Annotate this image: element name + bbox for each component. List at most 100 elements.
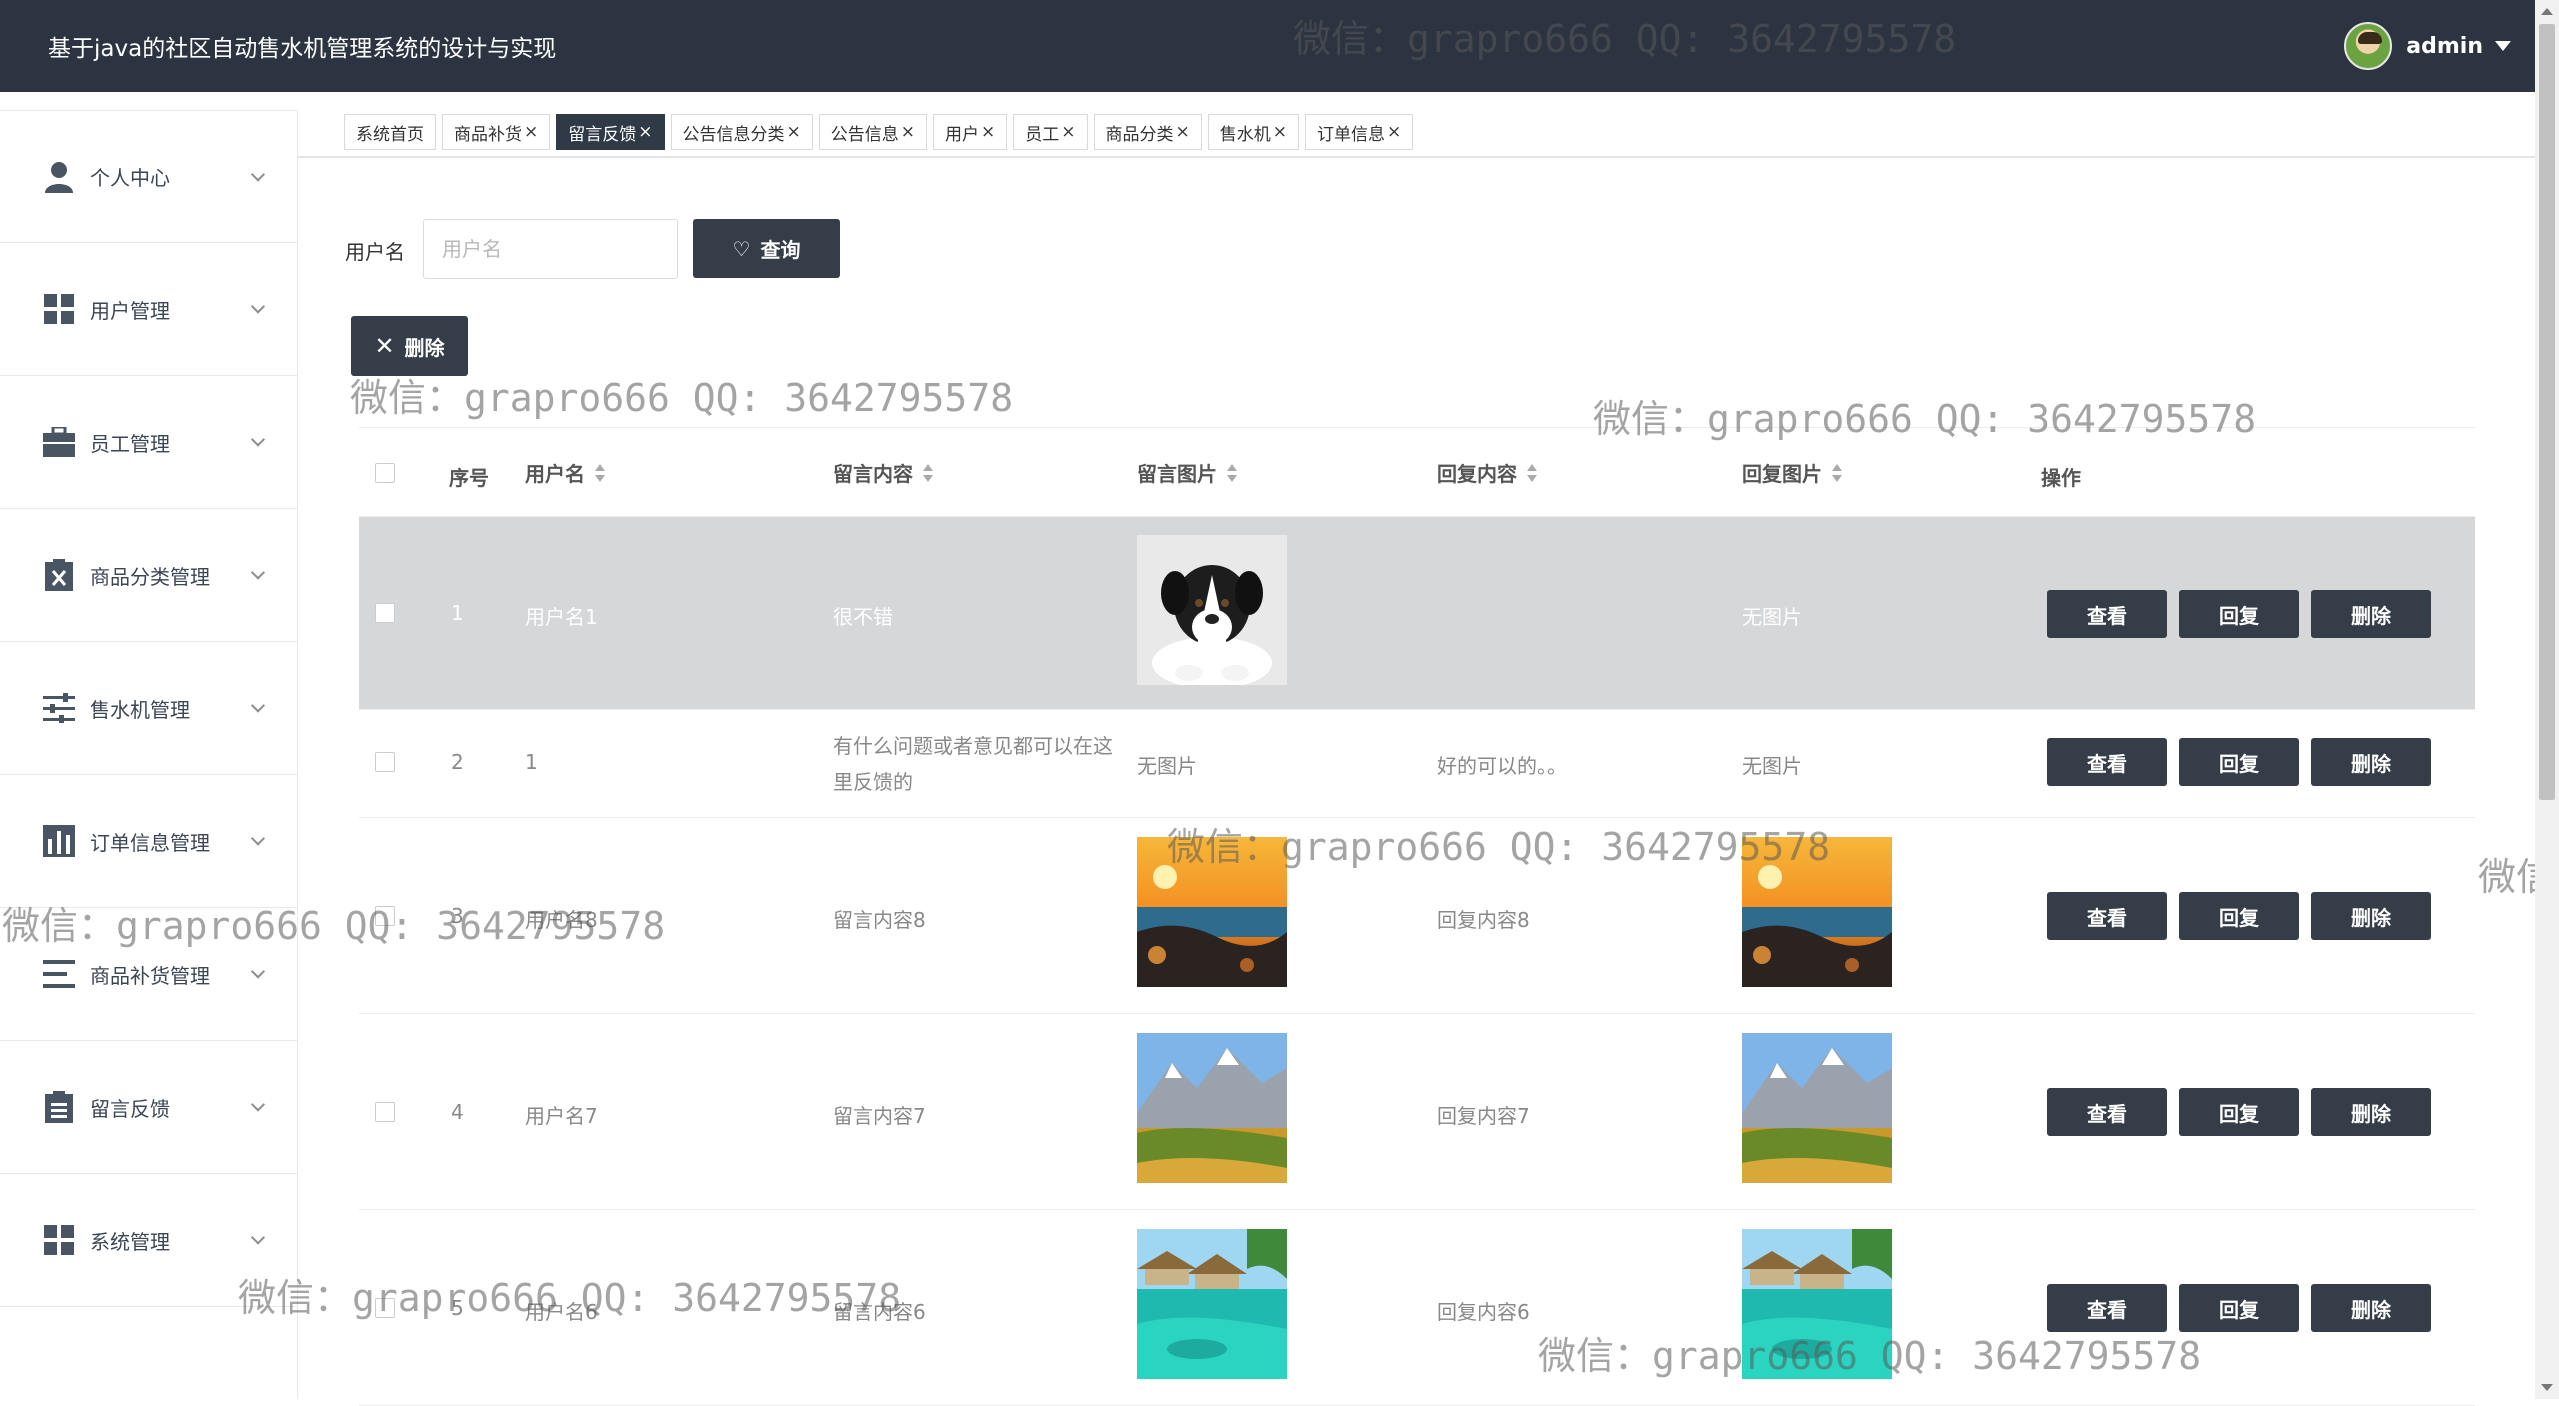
row-checkbox[interactable] <box>375 603 395 623</box>
sidebar-item-label: 商品补货管理 <box>90 963 210 988</box>
view-button[interactable]: 查看 <box>2047 590 2167 638</box>
scroll-up-arrow-icon[interactable] <box>2541 8 2553 15</box>
row-actions: 查看 回复 删除 <box>2047 1284 2431 1332</box>
sidebar-item-machine-management[interactable]: 售水机管理 <box>0 642 297 775</box>
tab-notice[interactable]: 公告信息 × <box>818 114 927 150</box>
tab-label: 留言反馈 <box>568 124 637 145</box>
close-icon[interactable]: × <box>524 122 538 142</box>
delete-button-label: 删除 <box>404 335 445 360</box>
close-icon[interactable]: × <box>901 122 915 142</box>
reply-button[interactable]: 回复 <box>2179 738 2299 786</box>
tab-notice-category[interactable]: 公告信息分类 × <box>670 114 813 150</box>
delete-button[interactable]: 删除 <box>2311 1284 2431 1332</box>
table-row[interactable]: 3 用户名8 留言内容8 回复内容8 查看 回复 删除 <box>359 818 2475 1014</box>
delete-button[interactable]: 删除 <box>2311 892 2431 940</box>
close-icon[interactable]: × <box>1273 122 1287 142</box>
scroll-down-arrow-icon[interactable] <box>2541 1384 2553 1391</box>
chart-icon <box>42 824 76 858</box>
view-button[interactable]: 查看 <box>2047 1088 2167 1136</box>
close-icon[interactable]: × <box>787 122 801 142</box>
cell-username: 用户名6 <box>525 1300 598 1324</box>
close-icon[interactable]: × <box>1176 122 1190 142</box>
row-checkbox[interactable] <box>375 906 395 926</box>
user-name: admin <box>2406 33 2483 59</box>
feedback-image-mountain[interactable] <box>1137 1033 1287 1183</box>
view-button[interactable]: 查看 <box>2047 738 2167 786</box>
table-row[interactable]: 2 1 有什么问题或者意见都可以在这里反馈的 无图片 好的可以的。。 无图片 查… <box>359 710 2475 818</box>
sort-icon <box>595 463 605 482</box>
tab-feedback[interactable]: 留言反馈 × <box>556 114 665 150</box>
table-row[interactable]: 4 用户名7 留言内容7 回复内容7 查看 回复 删除 <box>359 1014 2475 1210</box>
username-search-input[interactable] <box>423 219 678 279</box>
sidebar-item-feedback[interactable]: 留言反馈 <box>0 1041 297 1174</box>
column-reply-image[interactable]: 回复图片 <box>1742 458 1842 487</box>
scroll-thumb[interactable] <box>2539 24 2555 800</box>
reply-button[interactable]: 回复 <box>2179 892 2299 940</box>
reply-image-mountain[interactable] <box>1742 1033 1892 1183</box>
sidebar-item-staff-management[interactable]: 员工管理 <box>0 376 297 509</box>
tab-home[interactable]: 系统首页 <box>344 114 436 150</box>
close-icon[interactable]: × <box>1061 122 1075 142</box>
column-label: 留言内容 <box>833 462 913 486</box>
cell-reply: 回复内容7 <box>1437 1104 1530 1128</box>
sidebar-item-personal-center[interactable]: 个人中心 <box>0 110 297 243</box>
sidebar-item-order-management[interactable]: 订单信息管理 <box>0 775 297 908</box>
search-label: 用户名 <box>345 240 405 264</box>
reply-image-sunset[interactable] <box>1742 837 1892 987</box>
delete-button[interactable]: 删除 <box>2311 590 2431 638</box>
chevron-down-icon <box>250 1230 266 1245</box>
tab-restock[interactable]: 商品补货 × <box>442 114 551 150</box>
column-image[interactable]: 留言图片 <box>1137 458 1237 487</box>
delete-button[interactable]: 删除 <box>2311 1088 2431 1136</box>
column-ops: 操作 <box>2041 466 2081 490</box>
app-title: 基于java的社区自动售水机管理系统的设计与实现 <box>48 36 557 62</box>
sidebar-item-category-management[interactable]: 商品分类管理 <box>0 509 297 642</box>
tab-product-category[interactable]: 商品分类 × <box>1093 114 1202 150</box>
column-username[interactable]: 用户名 <box>525 458 605 487</box>
table-row[interactable]: 5 用户名6 留言内容6 回复内容6 查看 回复 删除 <box>359 1210 2475 1406</box>
close-icon[interactable]: × <box>981 122 995 142</box>
user-menu[interactable]: admin <box>2344 20 2511 72</box>
tab-label: 用户 <box>945 124 979 145</box>
cell-content: 留言内容8 <box>833 908 926 932</box>
batch-delete-button[interactable]: ✕ 删除 <box>351 316 468 376</box>
reply-button[interactable]: 回复 <box>2179 590 2299 638</box>
cell-content: 很不错 <box>833 605 893 629</box>
chevron-down-icon <box>250 831 266 846</box>
tab-water-machine[interactable]: 售水机 × <box>1207 114 1299 150</box>
sidebar-item-user-management[interactable]: 用户管理 <box>0 243 297 376</box>
cell-content: 留言内容7 <box>833 1104 926 1128</box>
row-checkbox[interactable] <box>375 1102 395 1122</box>
query-button[interactable]: ♡ 查询 <box>693 219 840 278</box>
avatar <box>2344 22 2393 70</box>
delete-button[interactable]: 删除 <box>2311 738 2431 786</box>
sidebar-item-label: 留言反馈 <box>90 1096 170 1121</box>
column-reply[interactable]: 回复内容 <box>1437 458 1537 487</box>
row-checkbox[interactable] <box>375 1298 395 1318</box>
feedback-image-sunset[interactable] <box>1137 837 1287 987</box>
feedback-image-lagoon[interactable] <box>1137 1229 1287 1379</box>
vertical-scrollbar[interactable] <box>2535 0 2559 1399</box>
cell-username: 1 <box>525 750 538 774</box>
sidebar-item-restock-management[interactable]: 商品补货管理 <box>0 908 297 1041</box>
tab-staff[interactable]: 员工 × <box>1013 114 1088 150</box>
table-row[interactable]: 1 用户名1 很不错 无图片 查看 回复 删除 <box>359 517 2475 710</box>
sidebar-item-system-management[interactable]: 系统管理 <box>0 1174 297 1307</box>
reply-button[interactable]: 回复 <box>2179 1088 2299 1136</box>
row-checkbox[interactable] <box>375 752 395 772</box>
select-all-checkbox[interactable] <box>375 463 395 483</box>
view-button[interactable]: 查看 <box>2047 1284 2167 1332</box>
cell-username: 用户名7 <box>525 1104 598 1128</box>
sliders-icon <box>42 691 76 725</box>
chevron-down-icon <box>250 166 266 182</box>
tab-user[interactable]: 用户 × <box>933 114 1008 150</box>
tab-label: 商品补货 <box>454 124 522 145</box>
reply-image-lagoon[interactable] <box>1742 1229 1892 1379</box>
close-icon[interactable]: × <box>638 122 652 142</box>
close-icon[interactable]: × <box>1387 122 1401 142</box>
feedback-image-puppy[interactable] <box>1137 535 1287 685</box>
column-content[interactable]: 留言内容 <box>833 458 933 487</box>
tab-order-info[interactable]: 订单信息 × <box>1305 114 1414 150</box>
reply-button[interactable]: 回复 <box>2179 1284 2299 1332</box>
view-button[interactable]: 查看 <box>2047 892 2167 940</box>
